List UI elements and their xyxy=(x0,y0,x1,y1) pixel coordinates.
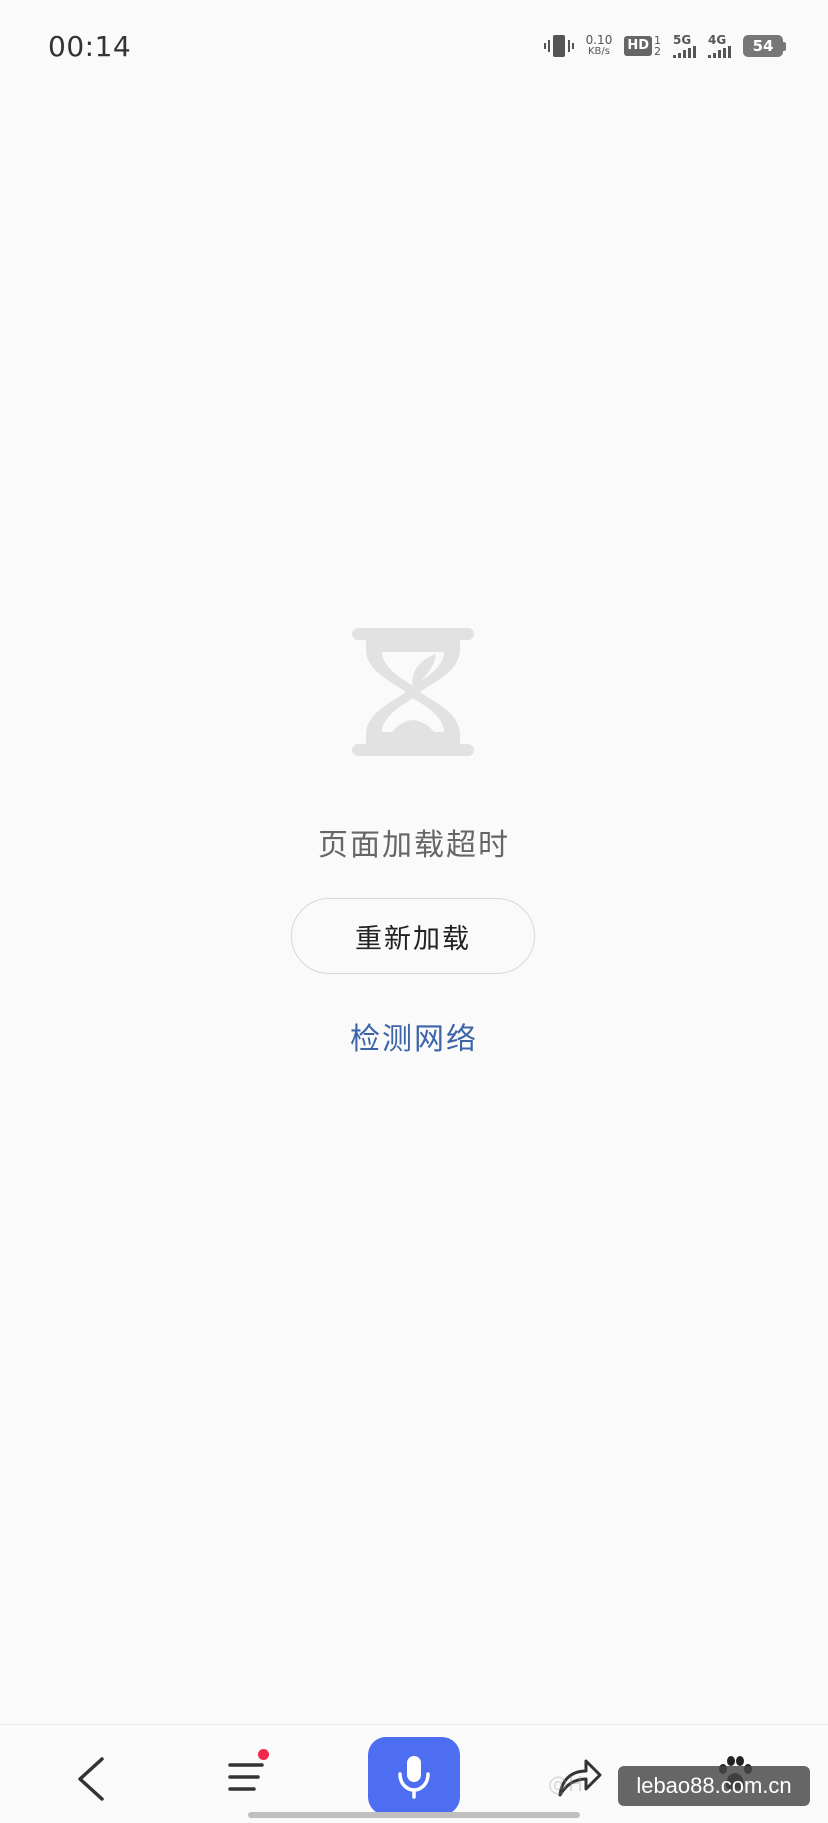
vibrate-icon xyxy=(543,35,574,57)
signal-5g: 5G xyxy=(673,34,696,58)
battery-icon: 54 xyxy=(743,35,786,57)
network-speed: 0.10 KB/s xyxy=(586,34,613,58)
voice-search-button[interactable] xyxy=(368,1737,460,1815)
hd-slots: 1 2 xyxy=(654,35,661,57)
signal-4g: 4G xyxy=(708,34,731,58)
timeout-message: 页面加载超时 xyxy=(318,828,510,863)
network-speed-unit: KB/s xyxy=(587,46,610,57)
microphone-icon xyxy=(398,1756,430,1799)
status-icons: 0.10 KB/s HD 1 2 5G 4G 54 xyxy=(543,30,786,62)
signal-4g-label: 4G xyxy=(708,33,727,47)
back-arrow-icon[interactable] xyxy=(72,1755,112,1803)
notification-dot xyxy=(258,1749,269,1760)
watermark-faint: @H xyxy=(548,1772,584,1796)
check-network-link[interactable]: 检测网络 xyxy=(0,1014,828,1058)
signal-bars-icon xyxy=(708,46,731,58)
watermark: lebao88.com.cn xyxy=(618,1766,810,1806)
home-indicator[interactable] xyxy=(248,1812,580,1818)
menu-icon[interactable] xyxy=(226,1753,274,1801)
status-bar: 00:14 0.10 KB/s HD 1 2 5G 4G 54 xyxy=(0,0,828,92)
battery-level: 54 xyxy=(743,35,783,57)
network-speed-value: 0.10 xyxy=(585,33,613,47)
reload-button[interactable]: 重新加载 xyxy=(291,898,535,974)
hd-badge: HD 1 2 xyxy=(624,35,661,57)
hd-label: HD xyxy=(624,36,652,56)
hourglass-icon xyxy=(352,628,474,756)
status-time: 00:14 xyxy=(48,30,132,63)
hd-slot-bottom: 2 xyxy=(654,45,661,58)
signal-bars-icon xyxy=(673,46,696,58)
signal-5g-label: 5G xyxy=(673,33,692,47)
